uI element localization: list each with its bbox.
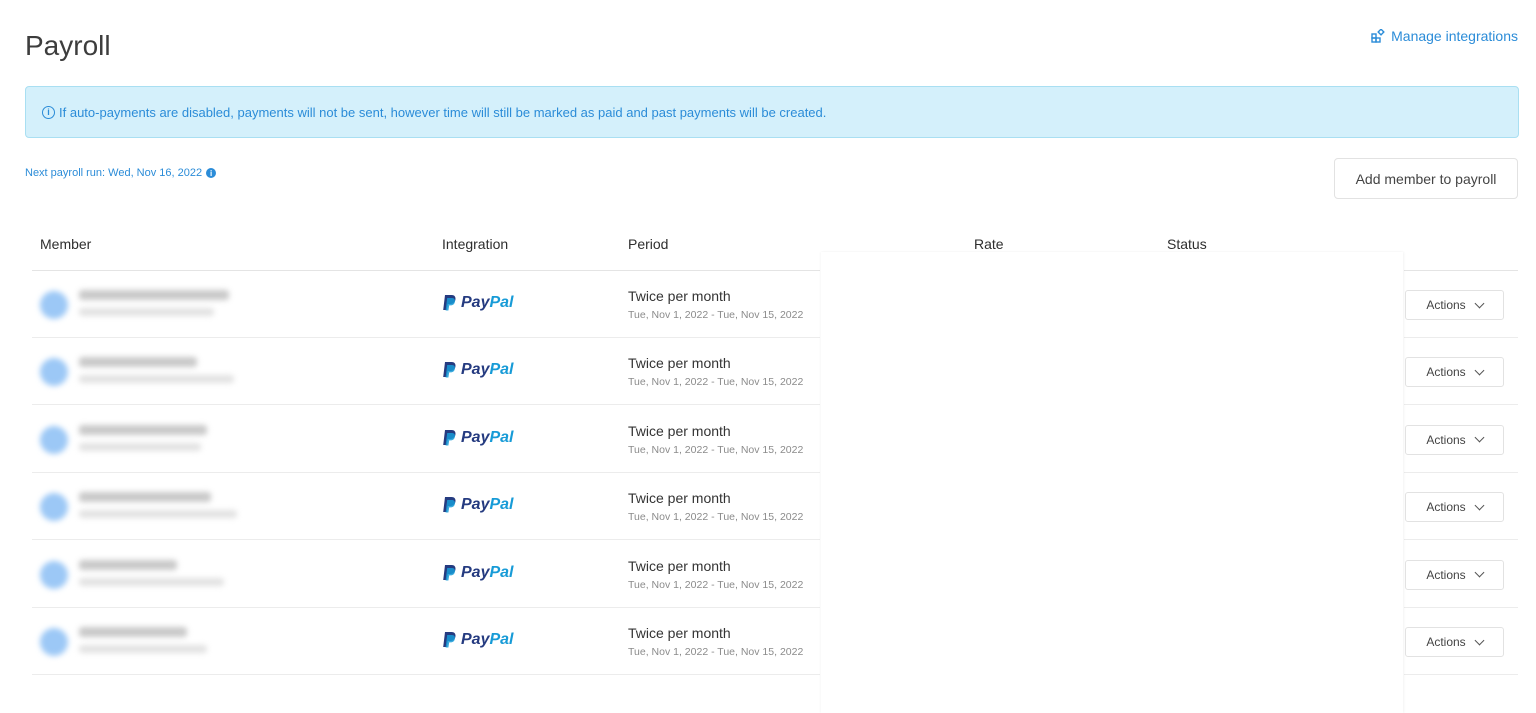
paypal-logo: Pay Pal — [442, 496, 513, 514]
paypal-icon — [443, 564, 456, 581]
info-icon[interactable]: i — [206, 168, 217, 178]
member-email-redacted — [79, 442, 201, 451]
member-name-redacted — [79, 627, 187, 637]
banner-text: If auto-payments are disabled, payments … — [59, 104, 827, 120]
paypal-logo: Pay Pal — [442, 361, 513, 379]
column-header-integration: Integration — [442, 236, 509, 252]
column-header-status: Status — [1167, 236, 1207, 252]
member-email-redacted — [79, 510, 237, 519]
chevron-down-icon — [1474, 500, 1485, 511]
paypal-pay-text: Pay — [461, 563, 490, 581]
avatar — [40, 493, 68, 522]
period-dates: Tue, Nov 1, 2022 - Tue, Nov 15, 2022 — [628, 376, 804, 389]
chevron-down-icon — [1474, 298, 1485, 308]
period-dates: Tue, Nov 1, 2022 - Tue, Nov 15, 2022 — [628, 511, 804, 524]
member-email-redacted — [79, 375, 234, 384]
actions-dropdown-button[interactable]: Actions — [1405, 357, 1504, 388]
paypal-icon — [443, 295, 456, 311]
paypal-pal-text: Pal — [489, 428, 514, 446]
integrations-icon — [1371, 29, 1385, 43]
chevron-down-icon — [1474, 635, 1485, 645]
page-title: Payroll — [25, 30, 111, 61]
member-email-redacted — [79, 645, 207, 653]
actions-label[interactable]: Actions — [1426, 500, 1465, 514]
paypal-pay-text: Pay — [461, 428, 490, 446]
paypal-pay-text: Pay — [461, 496, 490, 514]
period-frequency: Twice per month — [628, 422, 731, 439]
paypal-icon — [443, 497, 456, 513]
period-frequency: Twice per month — [628, 288, 731, 304]
next-payroll-run-text: Next payroll run: Wed, Nov 16, 2022 — [25, 167, 203, 179]
paypal-logo: Pay Pal — [442, 294, 513, 312]
paypal-pay-text: Pay — [461, 361, 490, 379]
column-header-member: Member — [40, 236, 92, 252]
member-name-redacted — [79, 357, 197, 368]
row-divider — [1404, 674, 1518, 675]
member-name-redacted — [79, 290, 229, 300]
actions-dropdown-button[interactable]: Actions — [1405, 424, 1504, 455]
paypal-pal-text: Pal — [489, 294, 514, 311]
member-email-redacted — [79, 577, 224, 586]
actions-dropdown-button[interactable]: Actions — [1405, 627, 1504, 657]
chevron-down-icon — [1474, 432, 1485, 443]
column-header-rate: Rate — [974, 236, 1004, 252]
info-banner: i If auto-payments are disabled, payment… — [25, 86, 1519, 138]
paypal-icon — [443, 362, 456, 378]
period-frequency: Twice per month — [628, 625, 731, 641]
paypal-pay-text: Pay — [461, 631, 490, 648]
avatar — [40, 560, 68, 589]
member-name-redacted — [79, 424, 207, 435]
period-dates: Tue, Nov 1, 2022 - Tue, Nov 15, 2022 — [628, 309, 804, 321]
hidden-columns-overlay — [821, 252, 1403, 713]
period-dates: Tue, Nov 1, 2022 - Tue, Nov 15, 2022 — [628, 646, 804, 658]
member-name-redacted — [79, 492, 211, 503]
member-email-redacted — [79, 308, 214, 316]
paypal-icon — [443, 632, 456, 648]
avatar — [40, 628, 68, 656]
period-dates: Tue, Nov 1, 2022 - Tue, Nov 15, 2022 — [628, 443, 804, 456]
paypal-logo: Pay Pal — [442, 429, 513, 447]
info-circle-icon: i — [42, 105, 55, 119]
manage-integrations-label[interactable]: Manage integrations — [1391, 28, 1518, 44]
period-dates: Tue, Nov 1, 2022 - Tue, Nov 15, 2022 — [628, 578, 804, 591]
paypal-pay-text: Pay — [461, 294, 490, 311]
paypal-logo: Pay Pal — [442, 564, 513, 582]
paypal-icon — [443, 429, 456, 446]
avatar — [40, 291, 68, 319]
next-payroll-run: Next payroll run: Wed, Nov 16, 2022 i — [25, 167, 217, 179]
paypal-pal-text: Pal — [489, 496, 514, 514]
actions-label[interactable]: Actions — [1426, 568, 1465, 582]
actions-label[interactable]: Actions — [1426, 433, 1465, 447]
paypal-pal-text: Pal — [489, 361, 514, 379]
avatar — [40, 425, 68, 454]
actions-label[interactable]: Actions — [1426, 365, 1465, 379]
avatar — [40, 358, 68, 387]
paypal-pal-text: Pal — [489, 631, 514, 648]
chevron-down-icon — [1474, 365, 1485, 376]
period-frequency: Twice per month — [628, 355, 731, 372]
column-header-period: Period — [628, 236, 669, 252]
paypal-logo: Pay Pal — [442, 631, 513, 649]
manage-integrations-link[interactable]: Manage integrations — [1371, 28, 1518, 44]
member-name-redacted — [79, 559, 177, 570]
add-member-button[interactable]: Add member to payroll — [1334, 158, 1518, 199]
actions-dropdown-button[interactable]: Actions — [1405, 559, 1504, 590]
period-frequency: Twice per month — [628, 557, 731, 574]
chevron-down-icon — [1474, 567, 1485, 578]
paypal-pal-text: Pal — [489, 563, 514, 581]
actions-dropdown-button[interactable]: Actions — [1405, 492, 1504, 523]
actions-dropdown-button[interactable]: Actions — [1405, 290, 1504, 320]
actions-label[interactable]: Actions — [1426, 298, 1465, 312]
row-divider — [32, 674, 820, 675]
period-frequency: Twice per month — [628, 490, 731, 507]
actions-label[interactable]: Actions — [1426, 635, 1465, 649]
